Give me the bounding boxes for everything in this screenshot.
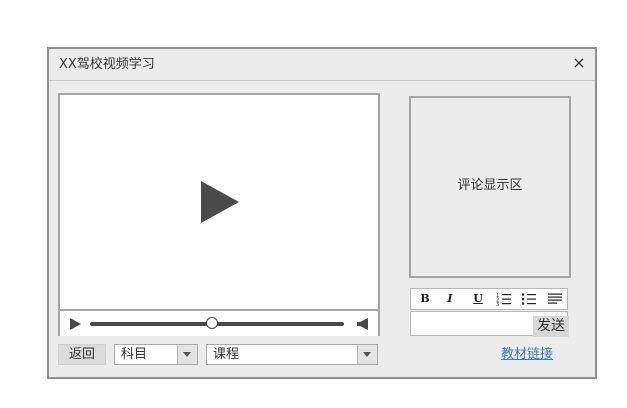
italic-button[interactable]: I [442,292,458,306]
play-icon[interactable] [68,317,82,331]
align-justify-icon[interactable] [547,292,563,306]
chevron-down-icon[interactable] [177,345,197,364]
back-button[interactable]: 返回 [58,344,106,365]
play-icon[interactable] [199,179,241,225]
send-button[interactable]: 发送 [533,316,569,337]
material-link[interactable]: 教材链接 [501,347,553,363]
underline-button[interactable]: U [470,292,486,306]
course-navigation: 返回 科目 课程 [58,344,378,366]
bold-button[interactable]: B [417,292,433,306]
course-select-value: 课程 [213,347,240,362]
svg-text:3: 3 [496,302,499,306]
subject-select-value: 科目 [121,347,148,362]
window-title: XX驾校视频学习 [59,57,155,72]
close-icon[interactable]: × [572,55,586,71]
title-bar: XX驾校视频学习 × [49,49,595,81]
editor-toolbar: B I U 1 2 3 [410,288,568,310]
volume-icon[interactable] [356,317,370,331]
ordered-list-icon[interactable]: 1 2 3 [496,292,512,306]
comment-placeholder: 评论显示区 [457,178,523,193]
video-screen[interactable] [60,95,378,307]
progress-handle[interactable] [205,317,218,329]
progress-bar[interactable] [90,317,344,329]
subject-select[interactable]: 科目 [114,344,198,365]
player-controls [60,309,378,336]
video-learning-window: XX驾校视频学习 × 返回 科目 课程 评论显示区 B I U 1 2 3 发送… [47,47,597,379]
unordered-list-icon[interactable] [521,292,537,306]
course-select[interactable]: 课程 [206,344,378,365]
video-player [58,93,380,336]
comment-display-area: 评论显示区 [409,96,571,278]
chevron-down-icon[interactable] [357,345,377,364]
